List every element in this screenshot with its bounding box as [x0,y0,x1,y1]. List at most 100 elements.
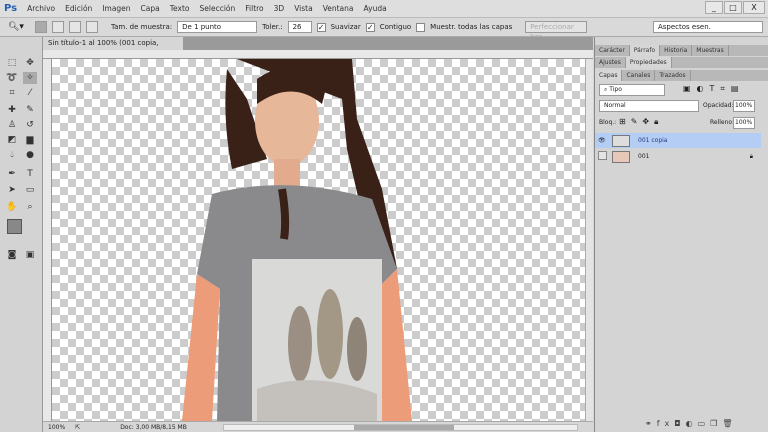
opacity-input[interactable]: 100% [733,100,755,112]
woman-photo-layer [182,59,412,421]
menu-archivo[interactable]: Archivo [27,4,55,13]
sample-size-select[interactable]: De 1 punto [177,21,258,33]
horizontal-ruler [43,50,593,59]
visibility-toggle[interactable] [598,151,608,162]
zoom-tool-icon[interactable]: ⌕ [23,201,37,213]
tab-capas[interactable]: Capas [595,70,623,81]
maximize-button[interactable]: □ [724,1,742,14]
menu-vista[interactable]: Vista [294,4,313,13]
menu-3d[interactable]: 3D [274,4,285,13]
panel-group-1: Carácter Párrafo Historia Muestras [595,45,768,56]
panels-dock: Carácter Párrafo Historia Muestras Ajust… [594,37,768,432]
mask-icon: ◘ [674,419,686,428]
crop-tool-icon[interactable]: ⌗ [5,87,19,99]
tab-propiedades[interactable]: Propiedades [625,57,672,68]
magic-wand-tool-icon[interactable]: ✧ [23,72,37,84]
tab-parrafo[interactable]: Párrafo [629,45,661,56]
lock-icon: 🔒︎ [749,152,753,160]
refine-edge-button[interactable]: Perfeccionar bor... [525,21,588,41]
tab-ajustes[interactable]: Ajustes [595,57,626,68]
marquee-tool-icon[interactable]: ⬚ [5,57,19,69]
options-bar: 🔍︎▾ Tam. de muestra: De 1 punto Toler.: … [0,17,768,41]
shape-tool-icon[interactable]: ▭ [23,184,37,196]
menu-texto[interactable]: Texto [170,4,190,13]
sample-size-label: Tam. de muestra: [111,23,173,31]
tolerance-input[interactable]: 26 [287,21,312,33]
new-selection-icon[interactable] [35,21,47,33]
minimize-button[interactable]: _ [705,1,723,14]
eye-icon[interactable]: 👁︎ [598,137,608,144]
all-layers-checkbox[interactable] [416,22,426,32]
quick-mask-icon[interactable]: ◙ [5,249,19,261]
hand-tool-icon[interactable]: ✋ [5,201,19,213]
status-bar: 100% ⇱ Doc: 3,00 MB/8,15 MB [43,421,593,432]
tab-caracter[interactable]: Carácter [595,45,630,56]
layer-row[interactable]: 👁︎ 001 copia [595,133,761,148]
healing-tool-icon[interactable]: ✚ [5,104,19,116]
layer-name[interactable]: 001 [638,153,649,160]
foreground-color-swatch[interactable] [7,219,22,234]
lasso-tool-icon[interactable]: ➰ [5,72,19,84]
tab-muestras[interactable]: Muestras [692,45,729,56]
trash-icon: 🗑︎ [722,419,738,428]
menu-ayuda[interactable]: Ayuda [364,4,387,13]
history-brush-icon[interactable]: ↺ [23,119,37,131]
document-tab[interactable]: Sin título-1 al 100% (001 copia, RGB/8) … [43,37,183,60]
menu-seleccion[interactable]: Selección [200,4,236,13]
blur-tool-icon[interactable]: 💧︎ [5,149,19,161]
layer-filter-select[interactable]: ⌕ Tipo [599,84,665,96]
canvas[interactable] [52,59,585,421]
path-select-icon[interactable]: ➤ [5,184,19,196]
lock-icons[interactable]: ⊞✎✥🔒︎ [619,117,663,127]
layer-filter-icons[interactable]: ▣◐T⌗▤ [683,84,745,94]
antialias-label: Suavizar [330,23,361,31]
layer-actions[interactable]: ⚭fx◘◐▭❐🗑︎ [645,419,737,428]
fill-input[interactable]: 100% [733,117,755,129]
doc-size: Doc: 3,00 MB/8,15 MB [120,423,187,431]
blend-mode-select[interactable]: Normal [599,100,699,112]
new-layer-icon: ❐ [710,419,723,428]
lock-label: Bloq.: [599,119,617,126]
pen-tool-icon[interactable]: ✒ [5,168,19,180]
magic-wand-tool-preset-icon[interactable]: 🔍︎▾ [8,22,30,32]
menu-imagen[interactable]: Imagen [102,4,130,13]
tab-trazados[interactable]: Trazados [655,70,691,81]
gradient-tool-icon[interactable]: ▆ [23,134,37,146]
menu-ventana[interactable]: Ventana [323,4,354,13]
layer-name[interactable]: 001 copia [638,137,667,144]
contiguous-label: Contiguo [379,23,412,31]
menu-capa[interactable]: Capa [141,4,160,13]
link-icon: ⚭ [645,419,657,428]
type-tool-icon[interactable]: T [23,168,37,180]
folder-icon: ▭ [697,419,711,428]
vertical-scrollbar[interactable] [585,59,593,421]
adjustment-icon: ◐ [685,419,698,428]
tab-historia[interactable]: Historia [660,45,693,56]
layer-filter-value: Tipo [609,86,622,93]
brush-tool-icon[interactable]: ✎ [23,104,37,116]
document-tab-bar: Sin título-1 al 100% (001 copia, RGB/8) … [43,37,593,60]
zoom-level[interactable]: 100% [48,424,65,431]
fill-label: Relleno: [710,119,735,126]
move-tool-icon[interactable]: ✥ [23,57,37,69]
screen-mode-icon[interactable]: ▣ [23,249,37,261]
workspace-select[interactable]: Aspectos esen. [653,21,763,33]
menu-edicion[interactable]: Edición [65,4,92,13]
add-selection-icon[interactable] [52,21,64,33]
antialias-checkbox[interactable]: ✓ [316,22,326,32]
layer-row[interactable]: 001 🔒︎ [595,149,761,164]
status-menu-icon[interactable]: ⇱ [75,424,80,431]
intersect-selection-icon[interactable] [86,21,98,33]
horizontal-scrollbar[interactable] [223,424,578,431]
tab-canales[interactable]: Canales [622,70,656,81]
eyedropper-tool-icon[interactable]: ⁄ [23,87,37,99]
all-layers-label: Muestr. todas las capas [430,23,513,31]
contiguous-checkbox[interactable]: ✓ [365,22,375,32]
close-button[interactable]: X [743,1,765,14]
subtract-selection-icon[interactable] [69,21,81,33]
stamp-tool-icon[interactable]: ♙ [5,119,19,131]
panel-group-3: Capas Canales Trazados [595,70,768,81]
eraser-tool-icon[interactable]: ◩ [5,134,19,146]
dodge-tool-icon[interactable]: ● [23,149,37,161]
menu-filtro[interactable]: Filtro [245,4,263,13]
